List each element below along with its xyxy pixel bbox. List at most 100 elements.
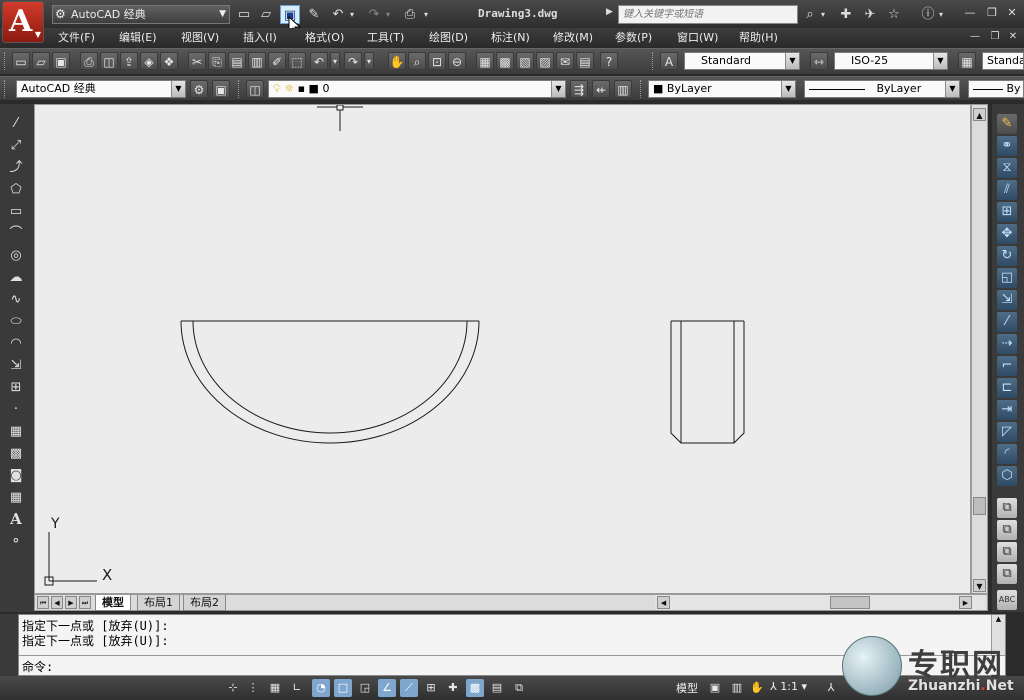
grid-display-icon[interactable]: ▦ bbox=[266, 679, 284, 697]
properties-icon[interactable]: ▦ bbox=[476, 52, 494, 70]
add-selected-icon[interactable]: ⚬ bbox=[6, 532, 26, 552]
cut-icon[interactable]: ✂ bbox=[188, 52, 206, 70]
3d-object-snap-icon[interactable]: ◲ bbox=[356, 679, 374, 697]
horizontal-scrollbar[interactable]: ◀ ▶ bbox=[655, 595, 985, 610]
offset-icon[interactable]: ⫽ bbox=[997, 180, 1017, 200]
drawing-canvas[interactable]: Y X bbox=[34, 104, 971, 594]
color-select[interactable]: ■ ByLayer ▼ bbox=[648, 80, 796, 98]
quick-view-layouts-icon[interactable]: ▣ bbox=[706, 679, 724, 697]
paste-special-icon[interactable]: ▥ bbox=[248, 52, 266, 70]
toolbar-grip[interactable] bbox=[4, 80, 7, 98]
block-editor-icon[interactable]: ⬚ bbox=[288, 52, 306, 70]
sheet-set-icon[interactable]: ▨ bbox=[536, 52, 554, 70]
redo-dropdown-icon[interactable]: ▾ bbox=[382, 5, 394, 24]
revision-cloud-icon[interactable]: ☁ bbox=[6, 268, 26, 288]
explode-icon[interactable]: ⬡ bbox=[997, 466, 1017, 486]
menu-file[interactable]: 文件(F) bbox=[58, 30, 95, 46]
table-icon[interactable]: ▦ bbox=[6, 488, 26, 508]
zoom-previous-icon[interactable]: ⊖ bbox=[448, 52, 466, 70]
dimension-style-select[interactable]: ISO-25 ▼ bbox=[834, 52, 948, 70]
layer-previous-icon[interactable]: ⇷ bbox=[592, 80, 610, 98]
publish-icon[interactable]: ⇪ bbox=[120, 52, 138, 70]
hatch-icon[interactable]: ▦ bbox=[6, 422, 26, 442]
break-icon[interactable]: ⊏ bbox=[997, 378, 1017, 398]
annotation-scale[interactable]: ⅄ 1:1 ▾ bbox=[770, 680, 807, 693]
ellipse-arc-icon[interactable]: ◠ bbox=[6, 334, 26, 354]
scroll-right-icon[interactable]: ▶ bbox=[959, 596, 972, 609]
spell-check-icon[interactable]: ABC bbox=[997, 590, 1017, 610]
bring-to-front-icon[interactable]: ⧉ bbox=[997, 520, 1017, 540]
chamfer-icon[interactable]: ◸ bbox=[997, 422, 1017, 442]
fillet-icon[interactable]: ◜ bbox=[997, 444, 1017, 464]
paste-icon[interactable]: ▤ bbox=[228, 52, 246, 70]
new-icon[interactable]: ▭ bbox=[12, 52, 30, 70]
scroll-down-icon[interactable]: ▼ bbox=[973, 579, 986, 592]
next-tab-icon[interactable]: ▶ bbox=[65, 596, 77, 609]
polyline-icon[interactable]: ⤴ bbox=[6, 158, 26, 178]
rectangle-icon[interactable]: ▭ bbox=[6, 202, 26, 222]
layer-properties-icon[interactable]: ◫ bbox=[246, 80, 264, 98]
markup-icon[interactable]: ✉ bbox=[556, 52, 574, 70]
infer-constraints-icon[interactable]: ⊹ bbox=[224, 679, 242, 697]
extend-icon[interactable]: ⇢ bbox=[997, 334, 1017, 354]
circle-icon[interactable]: ◎ bbox=[6, 246, 26, 266]
construction-line-icon[interactable]: ⤢ bbox=[6, 136, 26, 156]
undo-icon[interactable]: ↶ bbox=[328, 5, 348, 24]
plot-icon[interactable]: ⎙ bbox=[80, 52, 98, 70]
help-icon[interactable]: ⓘ bbox=[918, 5, 938, 24]
quick-properties-icon[interactable]: ▤ bbox=[488, 679, 506, 697]
gradient-icon[interactable]: ▩ bbox=[6, 444, 26, 464]
trim-icon[interactable]: ⁄ bbox=[997, 312, 1017, 332]
redo-icon[interactable]: ↷ bbox=[344, 52, 362, 70]
application-menu-button[interactable]: A ▼ bbox=[2, 1, 44, 43]
dimension-style-icon[interactable]: ⇿ bbox=[810, 52, 828, 70]
subscription-key-icon[interactable]: ✚ bbox=[836, 5, 856, 24]
undo-dropdown-icon[interactable]: ▾ bbox=[346, 5, 358, 24]
plot-icon[interactable]: ⎙ bbox=[400, 5, 420, 24]
redo-dropdown-icon[interactable]: ▾ bbox=[364, 52, 374, 70]
menu-parametric[interactable]: 参数(P) bbox=[615, 30, 652, 46]
join-icon[interactable]: ⇥ bbox=[997, 400, 1017, 420]
layer-state-icon[interactable]: ▥ bbox=[614, 80, 632, 98]
quick-access-dropdown-icon[interactable]: ▾ bbox=[420, 5, 432, 24]
arc-icon[interactable]: ⌒ bbox=[6, 224, 26, 244]
tab-model[interactable]: 模型 bbox=[95, 595, 131, 611]
tab-layout2[interactable]: 布局2 bbox=[183, 595, 226, 611]
save-icon[interactable]: ▣ bbox=[52, 52, 70, 70]
send-to-back-icon[interactable]: ⧉ bbox=[997, 542, 1017, 562]
vertical-scroll-thumb[interactable] bbox=[973, 497, 986, 515]
rotate-icon[interactable]: ↻ bbox=[997, 246, 1017, 266]
toolbar-grip[interactable] bbox=[640, 80, 643, 98]
selection-cycling-icon[interactable]: ⧉ bbox=[510, 679, 528, 697]
help-dropdown-icon[interactable]: ▾ bbox=[936, 5, 946, 24]
region-icon[interactable]: ◙ bbox=[6, 466, 26, 486]
copy-icon[interactable]: ⎘ bbox=[208, 52, 226, 70]
zoom-realtime-icon[interactable]: ⌕ bbox=[408, 52, 426, 70]
text-style-icon[interactable]: A bbox=[660, 52, 678, 70]
close-icon[interactable]: ✕ bbox=[1004, 5, 1020, 21]
menu-format[interactable]: 格式(O) bbox=[305, 30, 344, 46]
match-properties-icon[interactable]: ✐ bbox=[268, 52, 286, 70]
minimize-icon[interactable]: — bbox=[962, 5, 978, 21]
array-icon[interactable]: ⊞ bbox=[997, 202, 1017, 222]
object-snap-icon[interactable]: □ bbox=[334, 679, 352, 697]
zoom-window-icon[interactable]: ⊡ bbox=[428, 52, 446, 70]
menu-tools[interactable]: 工具(T) bbox=[367, 30, 404, 46]
save-as-icon[interactable]: ✎ bbox=[304, 5, 324, 24]
3d-print-icon[interactable]: ◈ bbox=[140, 52, 158, 70]
last-tab-icon[interactable]: ⏭ bbox=[79, 596, 91, 609]
first-tab-icon[interactable]: ⏮ bbox=[37, 596, 49, 609]
spline-icon[interactable]: ∿ bbox=[6, 290, 26, 310]
scroll-up-icon[interactable]: ▲ bbox=[973, 108, 986, 121]
make-current-layer-icon[interactable]: ⇶ bbox=[570, 80, 588, 98]
menu-insert[interactable]: 插入(I) bbox=[243, 30, 277, 46]
text-style-select[interactable]: Standard ▼ bbox=[684, 52, 800, 70]
prev-tab-icon[interactable]: ◀ bbox=[51, 596, 63, 609]
draw-order-icon[interactable]: ⧉ bbox=[997, 498, 1017, 518]
scale-icon[interactable]: ◱ bbox=[997, 268, 1017, 288]
help-icon[interactable]: ? bbox=[600, 52, 618, 70]
line-icon[interactable]: ⁄ bbox=[6, 114, 26, 134]
open-icon[interactable]: ▱ bbox=[32, 52, 50, 70]
design-center-icon[interactable]: ▩ bbox=[496, 52, 514, 70]
object-snap-tracking-icon[interactable]: ∠ bbox=[378, 679, 396, 697]
